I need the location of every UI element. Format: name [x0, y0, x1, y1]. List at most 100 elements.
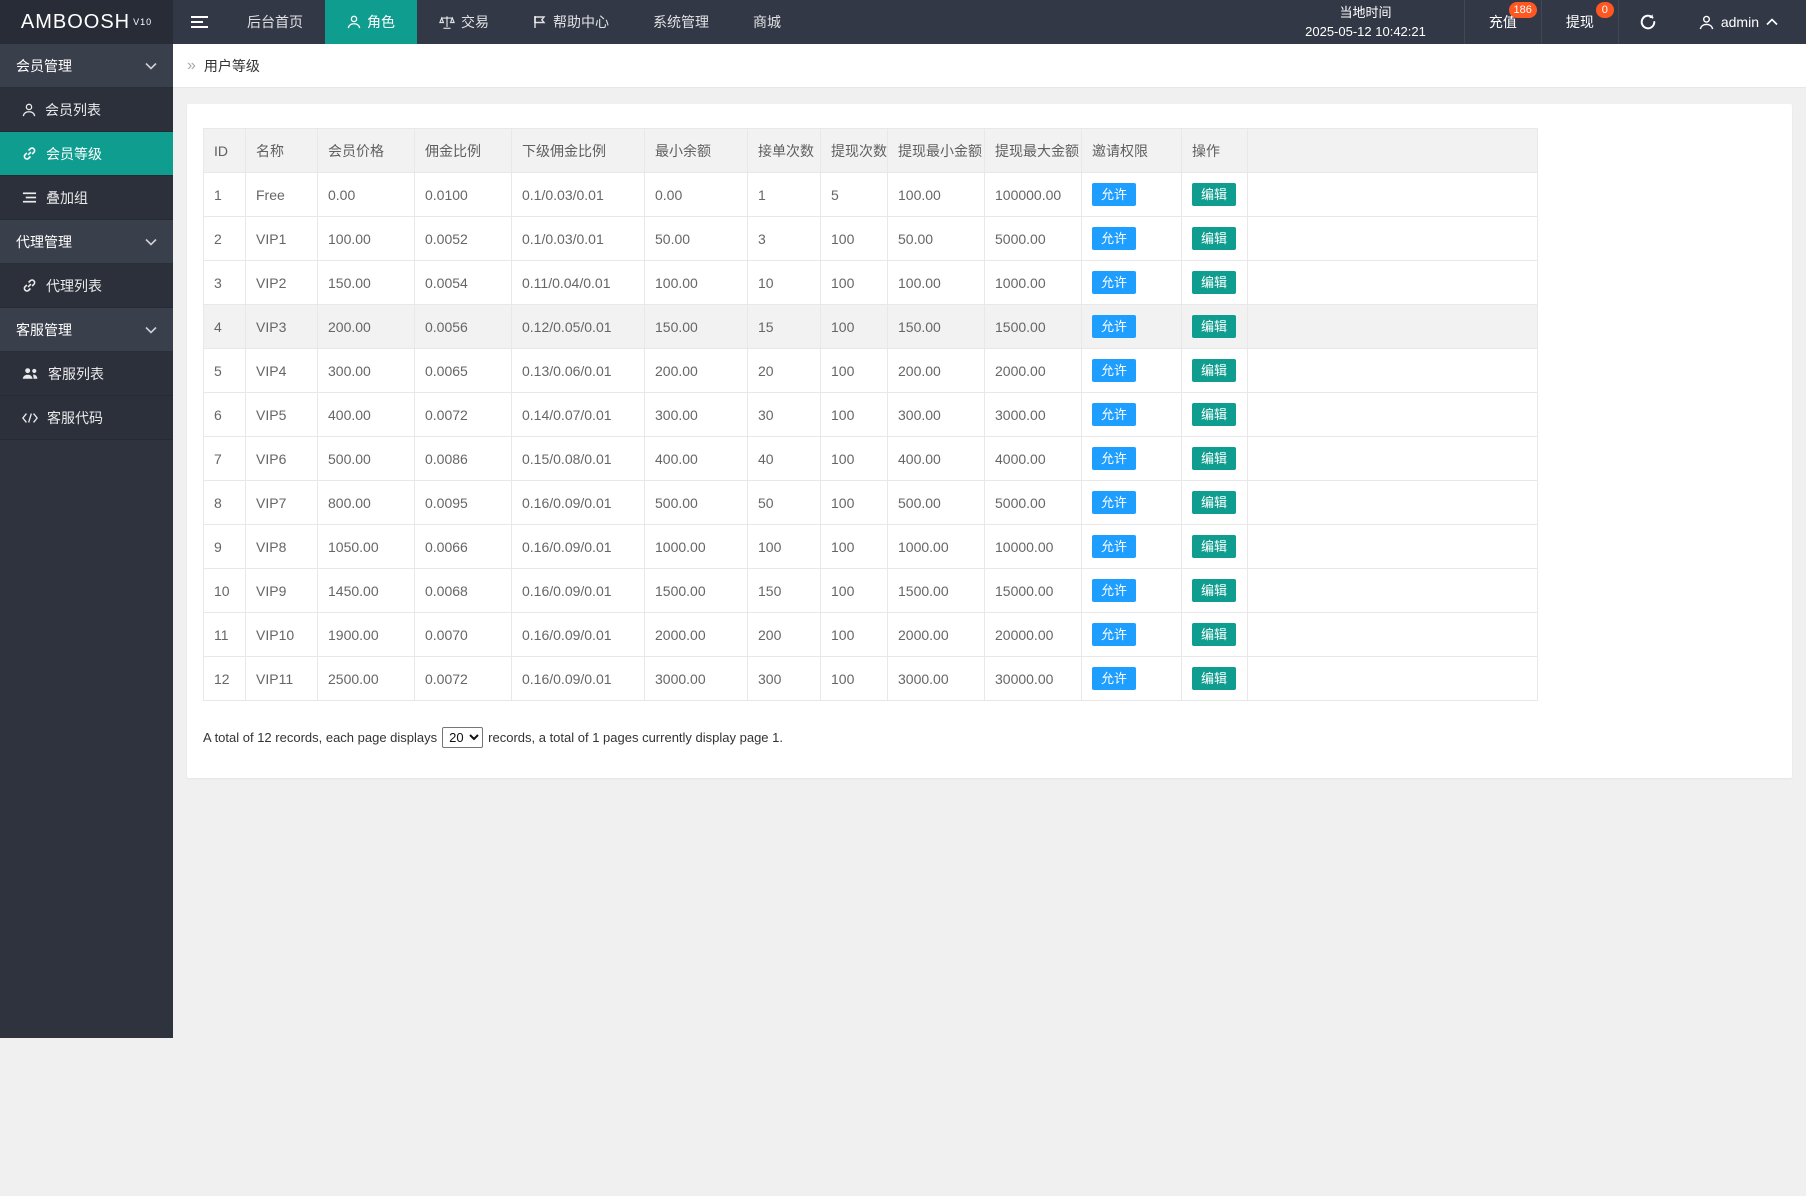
cell-0: 9	[204, 525, 246, 569]
sidebar-group-0[interactable]: 会员管理	[0, 44, 173, 88]
sidebar-item-2[interactable]: 会员等级	[0, 132, 173, 176]
allow-button[interactable]: 允许	[1092, 667, 1136, 690]
nav-item-3[interactable]: 帮助中心	[511, 0, 631, 44]
cell-7: 100	[821, 525, 888, 569]
cell-0: 11	[204, 613, 246, 657]
sidebar-group-6[interactable]: 客服管理	[0, 308, 173, 352]
cell-9: 1500.00	[985, 305, 1082, 349]
edit-button[interactable]: 编辑	[1192, 447, 1236, 470]
edit-button[interactable]: 编辑	[1192, 579, 1236, 602]
edit-button[interactable]: 编辑	[1192, 491, 1236, 514]
cell-9: 100000.00	[985, 173, 1082, 217]
allow-button[interactable]: 允许	[1092, 623, 1136, 646]
cell-filler	[1248, 613, 1538, 657]
pagination-text-after: records, a total of 1 pages currently di…	[488, 730, 783, 745]
allow-button[interactable]: 允许	[1092, 491, 1136, 514]
cell-5: 200.00	[645, 349, 748, 393]
refresh-icon	[1639, 13, 1657, 31]
allow-button[interactable]: 允许	[1092, 359, 1136, 382]
sidebar-item-label: 叠加组	[46, 188, 88, 208]
sidebar-item-1[interactable]: 会员列表	[0, 88, 173, 132]
column-header-0: ID	[204, 129, 246, 173]
cell-invite-permission: 允许	[1082, 173, 1182, 217]
cell-invite-permission: 允许	[1082, 261, 1182, 305]
table-row: 11VIP101900.000.00700.16/0.09/0.012000.0…	[204, 613, 1538, 657]
cell-3: 0.0068	[415, 569, 512, 613]
sidebar-item-7[interactable]: 客服列表	[0, 352, 173, 396]
cell-filler	[1248, 393, 1538, 437]
nav-item-2[interactable]: 交易	[417, 0, 511, 44]
cell-9: 10000.00	[985, 525, 1082, 569]
nav-item-1[interactable]: 角色	[325, 0, 417, 44]
nav-item-4[interactable]: 系统管理	[631, 0, 731, 44]
cell-operation: 编辑	[1182, 349, 1248, 393]
cell-6: 50	[748, 481, 821, 525]
cell-6: 40	[748, 437, 821, 481]
cell-operation: 编辑	[1182, 657, 1248, 701]
cell-2: 1900.00	[318, 613, 415, 657]
cell-filler	[1248, 657, 1538, 701]
column-header-8: 提现最小金额	[888, 129, 985, 173]
cell-7: 100	[821, 349, 888, 393]
sidebar-group-4[interactable]: 代理管理	[0, 220, 173, 264]
cell-operation: 编辑	[1182, 437, 1248, 481]
cell-2: 400.00	[318, 393, 415, 437]
edit-button[interactable]: 编辑	[1192, 183, 1236, 206]
cell-3: 0.0086	[415, 437, 512, 481]
edit-button[interactable]: 编辑	[1192, 227, 1236, 250]
user-level-table: ID名称会员价格佣金比例下级佣金比例最小余额接单次数提现次数提现最小金额提现最大…	[203, 128, 1538, 701]
cell-4: 0.16/0.09/0.01	[512, 613, 645, 657]
edit-button[interactable]: 编辑	[1192, 535, 1236, 558]
sidebar-item-8[interactable]: 客服代码	[0, 396, 173, 440]
allow-button[interactable]: 允许	[1092, 579, 1136, 602]
recharge-button[interactable]: 充值 186	[1464, 0, 1541, 44]
cell-filler	[1248, 217, 1538, 261]
edit-button[interactable]: 编辑	[1192, 403, 1236, 426]
sidebar-item-3[interactable]: 叠加组	[0, 176, 173, 220]
sidebar-toggle-button[interactable]	[173, 0, 225, 44]
edit-button[interactable]: 编辑	[1192, 315, 1236, 338]
allow-button[interactable]: 允许	[1092, 183, 1136, 206]
cell-2: 1050.00	[318, 525, 415, 569]
user-menu[interactable]: admin	[1677, 0, 1806, 44]
link-icon	[22, 278, 37, 293]
cell-6: 100	[748, 525, 821, 569]
chevron-down-icon	[145, 326, 157, 334]
cell-9: 15000.00	[985, 569, 1082, 613]
withdraw-badge: 0	[1596, 2, 1614, 18]
edit-button[interactable]: 编辑	[1192, 359, 1236, 382]
column-header-filler	[1248, 129, 1538, 173]
cell-1: VIP1	[246, 217, 318, 261]
refresh-button[interactable]	[1618, 0, 1677, 44]
content-area: ID名称会员价格佣金比例下级佣金比例最小余额接单次数提现次数提现最小金额提现最大…	[173, 88, 1806, 1196]
cell-0: 7	[204, 437, 246, 481]
local-time-label: 当地时间	[1339, 3, 1391, 22]
edit-button[interactable]: 编辑	[1192, 667, 1236, 690]
allow-button[interactable]: 允许	[1092, 271, 1136, 294]
edit-button[interactable]: 编辑	[1192, 623, 1236, 646]
cell-9: 1000.00	[985, 261, 1082, 305]
app-logo: AMBOOSH V10	[0, 0, 173, 44]
nav-item-0[interactable]: 后台首页	[225, 0, 325, 44]
withdraw-button[interactable]: 提现 0	[1541, 0, 1618, 44]
cell-invite-permission: 允许	[1082, 437, 1182, 481]
cell-operation: 编辑	[1182, 525, 1248, 569]
allow-button[interactable]: 允许	[1092, 535, 1136, 558]
column-header-5: 最小余额	[645, 129, 748, 173]
cell-invite-permission: 允许	[1082, 569, 1182, 613]
page-size-select[interactable]: 20	[442, 727, 483, 748]
allow-button[interactable]: 允许	[1092, 447, 1136, 470]
allow-button[interactable]: 允许	[1092, 403, 1136, 426]
allow-button[interactable]: 允许	[1092, 227, 1136, 250]
nav-item-5[interactable]: 商城	[731, 0, 803, 44]
edit-button[interactable]: 编辑	[1192, 271, 1236, 294]
cell-operation: 编辑	[1182, 305, 1248, 349]
table-row: 12VIP112500.000.00720.16/0.09/0.013000.0…	[204, 657, 1538, 701]
cell-0: 4	[204, 305, 246, 349]
allow-button[interactable]: 允许	[1092, 315, 1136, 338]
cell-8: 400.00	[888, 437, 985, 481]
sidebar-item-5[interactable]: 代理列表	[0, 264, 173, 308]
cell-1: VIP10	[246, 613, 318, 657]
cell-8: 100.00	[888, 261, 985, 305]
cell-3: 0.0066	[415, 525, 512, 569]
